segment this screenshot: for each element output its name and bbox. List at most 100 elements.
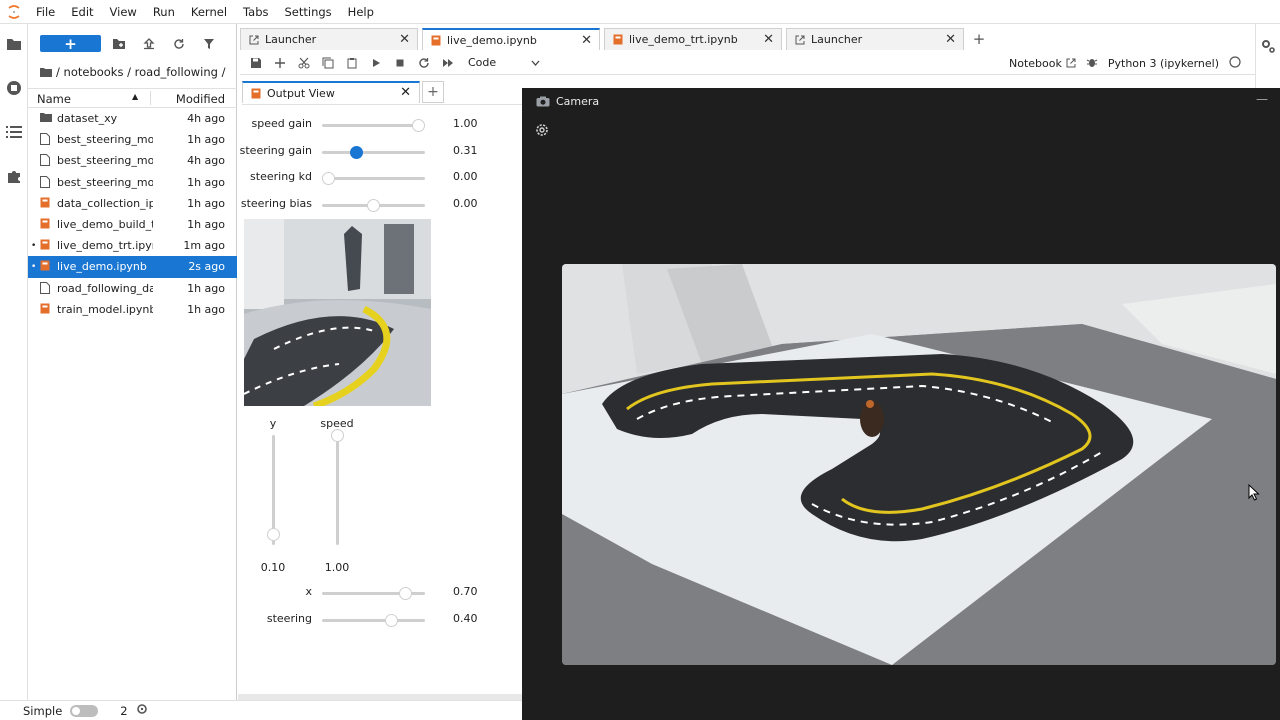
speed-vertical-slider[interactable]: speed 1.00: [317, 417, 357, 577]
debugger-bug-icon[interactable]: [1086, 56, 1098, 71]
slider-track[interactable]: [322, 619, 425, 622]
property-inspector-gear-icon[interactable]: [1260, 38, 1276, 57]
slider-track[interactable]: [322, 177, 425, 181]
file-row[interactable]: • live_demo_trt.ipynb 1m ago: [28, 235, 237, 256]
file-row[interactable]: train_model.ipynb 1h ago: [28, 299, 237, 320]
menu-kernel[interactable]: Kernel: [183, 0, 235, 24]
file-row[interactable]: • live_demo.ipynb 2s ago: [28, 256, 237, 278]
extension-manager-icon[interactable]: [0, 162, 28, 190]
column-name-header[interactable]: Name: [37, 92, 71, 106]
file-row[interactable]: best_steering_mo... 1h ago: [28, 129, 237, 150]
notebook-icon: [40, 303, 52, 315]
breadcrumb[interactable]: / notebooks / road_following /: [40, 64, 226, 80]
notebook-icon: [40, 197, 52, 209]
cut-icon[interactable]: [292, 51, 316, 75]
tab-label: Launcher: [265, 33, 317, 46]
steering-bias-slider[interactable]: steering bias 0.00: [241, 197, 522, 213]
file-modified: 4h ago: [187, 112, 225, 126]
output-view-body: speed gain 1.00 steering gain 0.31 steering …: [239, 104, 522, 694]
file-browser: + / notebooks / road_following / Name ▲ …: [28, 24, 237, 700]
kernel-gear-icon[interactable]: [136, 703, 148, 718]
table-of-contents-icon[interactable]: [0, 118, 28, 146]
steering-slider[interactable]: steering 0.40: [242, 612, 522, 628]
camera-settings-gear-icon[interactable]: [534, 122, 550, 138]
folder-icon[interactable]: [0, 30, 28, 58]
file-row[interactable]: best_steering_mo... 1h ago: [28, 172, 237, 193]
refresh-icon[interactable]: [169, 34, 189, 54]
kernel-name-button[interactable]: Python 3 (ipykernel): [1108, 57, 1219, 70]
fast-forward-icon[interactable]: [436, 51, 460, 75]
save-icon[interactable]: [244, 51, 268, 75]
menu-tabs[interactable]: Tabs: [235, 0, 276, 24]
running-indicator-icon: •: [31, 261, 37, 272]
camera-feed-image: [562, 264, 1276, 665]
new-folder-icon[interactable]: [109, 34, 129, 54]
file-row[interactable]: data_collection_ip... 1h ago: [28, 193, 237, 214]
slider-handle[interactable]: [412, 119, 425, 132]
tab-launcher[interactable]: Launcher ✕: [786, 28, 964, 50]
steering-gain-slider[interactable]: steering gain 0.31: [239, 143, 522, 160]
tab-launcher[interactable]: Launcher ✕: [240, 28, 418, 50]
file-row[interactable]: dataset_xy 4h ago: [28, 108, 237, 129]
slider-handle[interactable]: [322, 172, 335, 186]
minimize-icon[interactable]: —: [1256, 92, 1268, 106]
slider-track[interactable]: [322, 124, 425, 127]
notebook-toolbar: Code Notebook Python 3 (ipykernel): [240, 51, 1255, 75]
restart-icon[interactable]: [412, 51, 436, 75]
slider-track[interactable]: [322, 150, 425, 154]
close-icon[interactable]: ✕: [945, 32, 956, 47]
slider-label: speed gain: [251, 117, 312, 130]
open-notebook-button[interactable]: Notebook: [1009, 57, 1076, 70]
camera-title-bar[interactable]: Camera —: [522, 88, 1280, 114]
file-row[interactable]: live_demo_build_t... 1h ago: [28, 214, 237, 235]
steering-kd-slider[interactable]: steering kd 0.00: [242, 170, 522, 186]
add-tab-button[interactable]: +: [422, 81, 444, 103]
stop-icon[interactable]: [388, 51, 412, 75]
slider-handle[interactable]: [349, 145, 363, 159]
upload-icon[interactable]: [139, 34, 159, 54]
menu-view[interactable]: View: [102, 0, 145, 24]
new-launcher-button[interactable]: +: [40, 35, 101, 53]
breadcrumb-path[interactable]: / notebooks / road_following /: [56, 65, 226, 79]
close-icon[interactable]: ✕: [581, 33, 592, 48]
add-tab-button[interactable]: +: [968, 28, 990, 50]
tab-output-view[interactable]: Output View ✕: [242, 81, 420, 103]
x-slider[interactable]: x 0.70: [242, 585, 522, 601]
paste-icon[interactable]: [340, 51, 364, 75]
y-vertical-slider[interactable]: y 0.10: [253, 417, 293, 577]
column-modified-header[interactable]: Modified: [176, 92, 225, 106]
slider-track[interactable]: [336, 435, 339, 545]
file-modified: 2s ago: [188, 260, 225, 274]
insert-cell-icon[interactable]: [268, 51, 292, 75]
slider-handle[interactable]: [385, 614, 398, 627]
file-name: best_steering_mo...: [57, 175, 153, 189]
chevron-down-icon: [531, 56, 540, 69]
slider-label: steering gain: [239, 143, 312, 157]
tab-live-demo-trt-ipynb[interactable]: live_demo_trt.ipynb ✕: [604, 28, 782, 50]
close-icon[interactable]: ✕: [400, 85, 411, 100]
file-modified: 1m ago: [183, 239, 225, 253]
menu-run[interactable]: Run: [145, 0, 183, 24]
file-row[interactable]: road_following_da... 1h ago: [28, 278, 237, 299]
menu-help[interactable]: Help: [340, 0, 382, 24]
slider-handle[interactable]: [331, 429, 344, 442]
run-icon[interactable]: [364, 51, 388, 75]
simple-mode-toggle[interactable]: [70, 704, 99, 717]
cell-type-select[interactable]: Code: [468, 56, 540, 69]
menu-settings[interactable]: Settings: [277, 0, 340, 24]
file-row[interactable]: best_steering_mo... 4h ago: [28, 150, 237, 171]
kernel-count[interactable]: 2: [120, 704, 127, 718]
close-icon[interactable]: ✕: [763, 32, 774, 47]
menu-edit[interactable]: Edit: [63, 0, 101, 24]
copy-icon[interactable]: [316, 51, 340, 75]
filter-icon[interactable]: [199, 34, 219, 54]
slider-handle[interactable]: [367, 199, 380, 213]
tab-live-demo-ipynb[interactable]: live_demo.ipynb ✕: [422, 28, 600, 50]
slider-handle[interactable]: [398, 587, 412, 600]
close-icon[interactable]: ✕: [399, 32, 410, 47]
menu-file[interactable]: File: [28, 0, 63, 24]
running-kernels-icon[interactable]: [0, 74, 28, 102]
slider-label: steering kd: [250, 170, 312, 184]
speed-gain-slider[interactable]: speed gain 1.00: [242, 117, 522, 133]
slider-handle[interactable]: [267, 528, 280, 542]
